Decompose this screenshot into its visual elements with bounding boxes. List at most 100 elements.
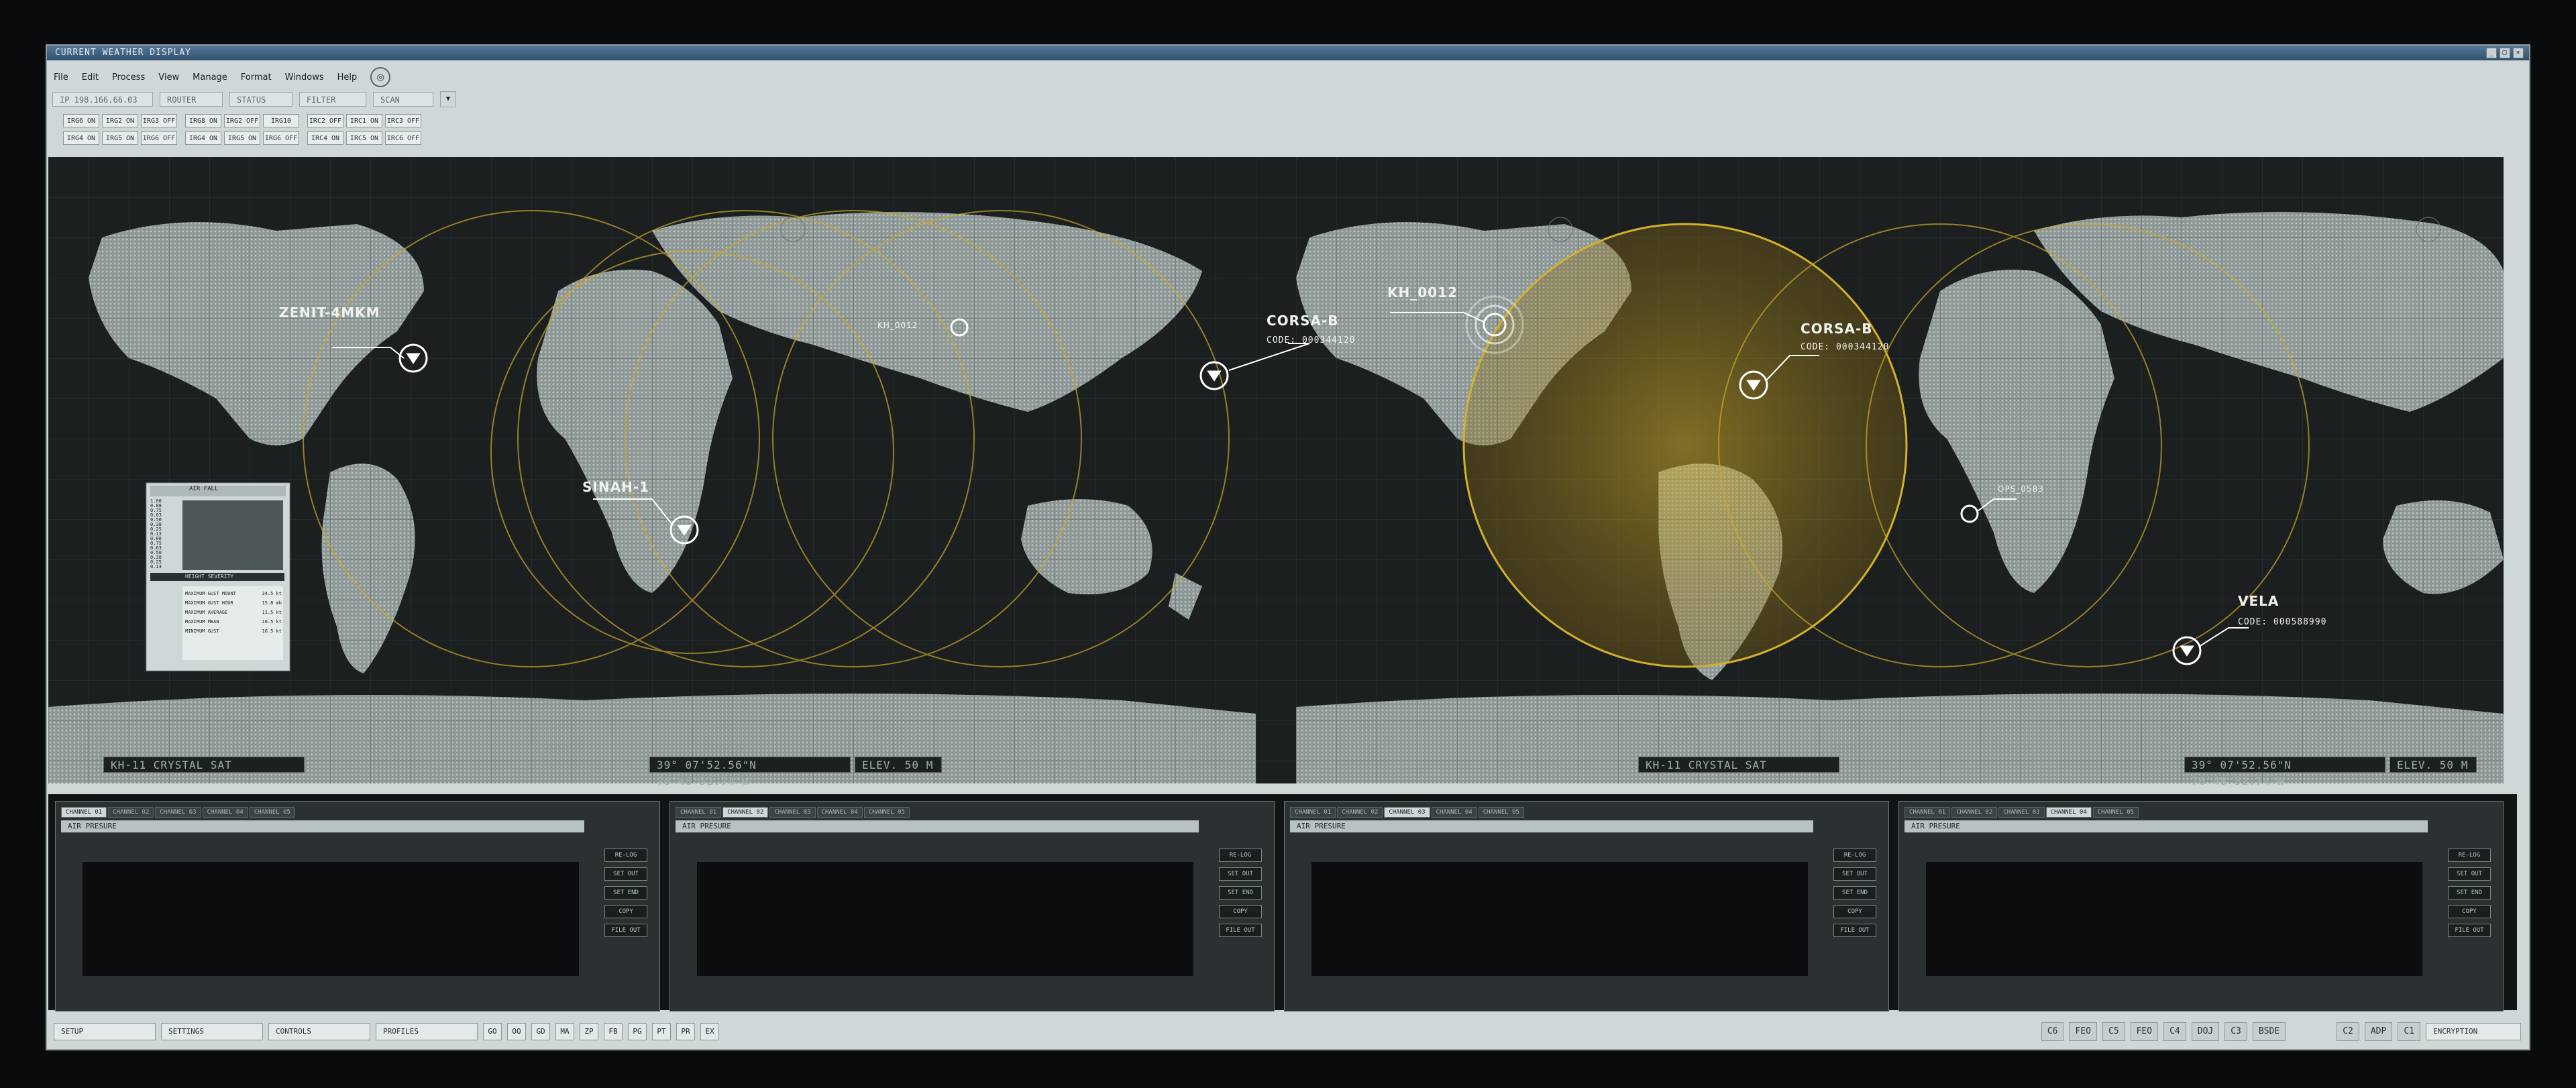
ip-field[interactable]: IP 198.166.66.03 — [52, 92, 153, 107]
set-out-button[interactable]: SET OUT — [2448, 867, 2491, 881]
world-map-view[interactable]: ZENIT-4MKM SINAH-1 KH_0012 CORSA-B CODE:… — [48, 157, 2517, 783]
tool-icon[interactable]: EX — [700, 1023, 719, 1040]
channel-c2[interactable]: C2 — [2337, 1022, 2359, 1041]
tab-channel-03[interactable]: CHANNEL 03 — [155, 807, 201, 818]
toggle-button[interactable]: IRG5 ON — [224, 131, 260, 145]
relog-button[interactable]: RE-LOG — [2448, 849, 2491, 862]
logo-icon[interactable]: ◎ — [370, 67, 391, 87]
set-end-button[interactable]: SET END — [1833, 886, 1876, 900]
tab-channel-03[interactable]: CHANNEL 03 — [1384, 807, 1430, 818]
tab-channel-02[interactable]: CHANNEL 02 — [1951, 807, 1998, 818]
toggle-button[interactable]: IRG6 OFF — [263, 131, 299, 145]
channel-bsde[interactable]: BSDE — [2252, 1022, 2286, 1041]
maximize-icon[interactable]: □ — [2500, 48, 2510, 58]
set-out-button[interactable]: SET OUT — [1833, 867, 1876, 881]
tab-channel-02[interactable]: CHANNEL 02 — [108, 807, 154, 818]
tool-icon[interactable]: MA — [555, 1023, 574, 1040]
copy-button[interactable]: COPY — [1219, 905, 1262, 918]
toggle-button[interactable]: IRG10 OFF — [263, 114, 299, 138]
tab-channel-03[interactable]: CHANNEL 03 — [769, 807, 816, 818]
chevron-down-icon[interactable]: ▼ — [440, 91, 456, 107]
tab-channel-05[interactable]: CHANNEL 05 — [863, 807, 910, 818]
file-out-button[interactable]: FILE OUT — [1219, 924, 1262, 937]
toggle-button[interactable]: IRC5 ON — [346, 131, 382, 145]
tool-icon[interactable]: PR — [676, 1023, 695, 1040]
console-output[interactable] — [1926, 862, 2422, 976]
relog-button[interactable]: RE-LOG — [1833, 849, 1876, 862]
channel-c5[interactable]: C5 — [2102, 1022, 2125, 1041]
toggle-button[interactable]: IRG5 ON — [102, 131, 138, 145]
toggle-button[interactable]: IRG2 OFF — [224, 114, 260, 127]
tab-channel-05[interactable]: CHANNEL 05 — [1478, 807, 1524, 818]
tab-channel-04[interactable]: CHANNEL 04 — [2045, 807, 2092, 818]
toggle-button[interactable]: IRG6 ON — [63, 114, 99, 127]
setup-button[interactable]: SETUP — [54, 1023, 156, 1040]
toggle-button[interactable]: IRC2 OFF — [307, 114, 343, 127]
sat-label-corsa-right[interactable]: CORSA-B — [1801, 321, 1873, 337]
console-output[interactable] — [1311, 862, 1808, 976]
tool-icon[interactable]: ZP — [580, 1023, 598, 1040]
tab-channel-04[interactable]: CHANNEL 04 — [202, 807, 248, 818]
sat-label-ops[interactable]: OPS_0583 — [1998, 484, 2044, 494]
channel-adp[interactable]: ADP — [2364, 1022, 2393, 1041]
toggle-button[interactable]: IRC6 OFF — [385, 131, 421, 145]
set-end-button[interactable]: SET END — [1219, 886, 1262, 900]
tool-icon[interactable]: GD — [531, 1023, 550, 1040]
tab-channel-02[interactable]: CHANNEL 02 — [722, 807, 769, 818]
map-scrollbar[interactable] — [2504, 157, 2517, 783]
toggle-button[interactable]: IRG8 ON — [185, 114, 221, 127]
tab-channel-04[interactable]: CHANNEL 04 — [816, 807, 863, 818]
menu-view[interactable]: View — [158, 72, 179, 83]
menu-file[interactable]: File — [54, 72, 68, 83]
menu-edit[interactable]: Edit — [82, 72, 99, 83]
scan-field[interactable]: SCAN — [373, 92, 433, 107]
settings-button[interactable]: SETTINGS — [161, 1023, 263, 1040]
sat-label-kh-right[interactable]: KH_0012 — [1387, 284, 1458, 301]
encryption-button[interactable]: ENCRYPTION — [2426, 1023, 2521, 1040]
menu-process[interactable]: Process — [112, 72, 145, 83]
toggle-button[interactable]: IRC4 ON — [307, 131, 343, 145]
console-output[interactable] — [83, 862, 579, 976]
channel-c6[interactable]: C6 — [2041, 1022, 2064, 1041]
file-out-button[interactable]: FILE OUT — [2448, 924, 2491, 937]
toggle-button[interactable]: IRC3 OFF — [385, 114, 421, 127]
channel-c1[interactable]: C1 — [2398, 1022, 2420, 1041]
filter-field[interactable]: FILTER — [299, 92, 366, 107]
relog-button[interactable]: RE-LOG — [1219, 849, 1262, 862]
sat-label-zenit[interactable]: ZENIT-4MKM — [279, 305, 380, 321]
tool-icon[interactable]: PT — [652, 1023, 671, 1040]
channel-doj[interactable]: DOJ — [2191, 1022, 2220, 1041]
set-end-button[interactable]: SET END — [604, 886, 647, 900]
tab-channel-01[interactable]: CHANNEL 01 — [1904, 807, 1951, 818]
profiles-button[interactable]: PROFILES — [376, 1023, 478, 1040]
menu-help[interactable]: Help — [337, 72, 358, 83]
channel-feo[interactable]: FEO — [2130, 1022, 2159, 1041]
toggle-button[interactable]: IRG2 ON — [102, 114, 138, 127]
tool-icon[interactable]: FB — [604, 1023, 623, 1040]
tab-channel-04[interactable]: CHANNEL 04 — [1431, 807, 1477, 818]
menu-windows[interactable]: Windows — [285, 72, 324, 83]
status-field[interactable]: STATUS — [229, 92, 292, 107]
channel-feo[interactable]: FEO — [2069, 1022, 2097, 1041]
toggle-button[interactable]: IRG4 ON — [63, 131, 99, 145]
sat-label-corsa-left[interactable]: CORSA-B — [1267, 313, 1339, 329]
tab-channel-01[interactable]: CHANNEL 01 — [61, 807, 107, 818]
toggle-button[interactable]: IRC1 ON — [346, 114, 382, 127]
file-out-button[interactable]: FILE OUT — [604, 924, 647, 937]
set-out-button[interactable]: SET OUT — [1219, 867, 1262, 881]
close-icon[interactable]: × — [2513, 48, 2524, 58]
toggle-button[interactable]: IRG3 OFF — [141, 114, 177, 127]
menu-manage[interactable]: Manage — [193, 72, 227, 83]
router-field[interactable]: ROUTER — [160, 92, 223, 107]
tab-channel-05[interactable]: CHANNEL 05 — [2092, 807, 2139, 818]
tool-icon[interactable]: GO — [483, 1023, 502, 1040]
copy-button[interactable]: COPY — [1833, 905, 1876, 918]
menu-format[interactable]: Format — [241, 72, 272, 83]
set-out-button[interactable]: SET OUT — [604, 867, 647, 881]
controls-button[interactable]: CONTROLS — [268, 1023, 370, 1040]
tab-channel-01[interactable]: CHANNEL 01 — [676, 807, 722, 818]
tab-channel-03[interactable]: CHANNEL 03 — [1998, 807, 2045, 818]
copy-button[interactable]: COPY — [2448, 905, 2491, 918]
tab-channel-01[interactable]: CHANNEL 01 — [1290, 807, 1336, 818]
minimize-icon[interactable]: _ — [2486, 48, 2497, 58]
